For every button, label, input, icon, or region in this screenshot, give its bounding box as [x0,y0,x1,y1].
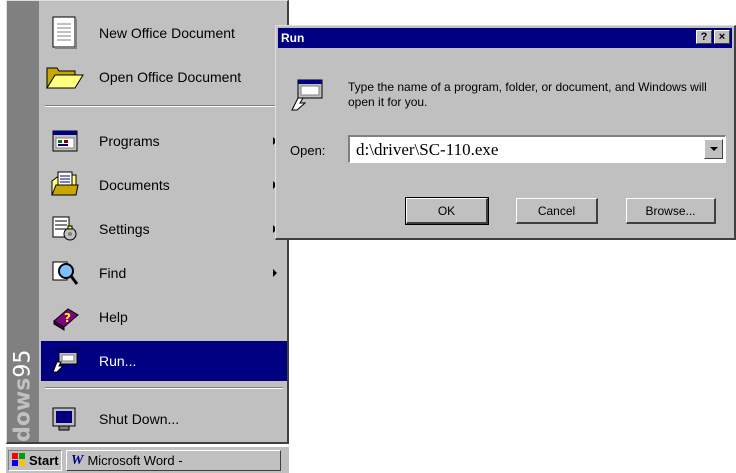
open-folder-icon [45,59,85,95]
menu-item-label: Shut Down... [99,411,180,427]
run-dialog: Run ? × Type the name of a program, fold… [275,25,736,240]
menu-item-new-office-document[interactable]: New Office Document [41,13,287,53]
start-button[interactable]: Start [8,450,62,471]
menu-item-label: Settings [99,221,150,237]
menu-item-find[interactable]: Find [41,253,287,293]
shutdown-icon [45,401,85,437]
menu-separator [45,387,283,389]
find-icon [45,255,85,291]
menu-item-documents[interactable]: Documents [41,165,287,205]
run-dialog-title: Run [281,31,305,45]
run-dialog-title-bar[interactable]: Run ? × [278,28,732,48]
help-button[interactable]: ? [696,30,712,44]
title-buttons: ? × [696,30,730,44]
run-dialog-description: Type the name of a program, folder, or d… [348,80,707,109]
cancel-button[interactable]: Cancel [516,198,598,224]
ok-button[interactable]: OK [405,197,489,225]
start-label: Start [29,453,59,468]
close-button[interactable]: × [714,30,730,44]
run-dialog-icon [290,78,324,112]
screen: Windows95 New Office Document Open Offic… [0,0,736,473]
taskbar: Start W Microsoft Word - [6,446,289,473]
start-menu-side-band: Windows95 [7,1,39,442]
documents-icon [45,167,85,203]
programs-icon [45,123,85,159]
menu-item-run[interactable]: Run... [41,341,287,381]
menu-item-help[interactable]: ? Help [41,297,287,337]
menu-item-label: Programs [99,133,160,149]
submenu-arrow-icon [273,269,277,277]
menu-item-programs[interactable]: Programs [41,121,287,161]
word-icon: W [71,452,84,468]
menu-item-label: New Office Document [99,25,235,41]
chevron-down-icon [709,147,718,151]
menu-separator [45,105,283,107]
open-dropdown-button[interactable] [704,139,723,159]
open-label: Open: [290,143,326,158]
menu-item-label: Find [99,265,127,281]
svg-text:?: ? [64,311,71,325]
new-document-icon [45,15,85,51]
menu-item-label: Help [99,309,128,325]
start-menu-items: New Office Document Open Office Document [41,1,287,442]
help-icon: ? [45,299,85,335]
open-input[interactable] [356,139,686,161]
menu-item-label: Run... [99,353,137,369]
brand-windows-text: Windows [10,377,36,442]
run-icon [45,343,85,379]
start-menu: Windows95 New Office Document Open Offic… [6,0,289,444]
menu-item-label: Open Office Document [99,69,242,85]
taskbar-word-button[interactable]: W Microsoft Word - [66,450,281,471]
menu-item-open-office-document[interactable]: Open Office Document [41,57,287,97]
brand-95-text: 95 [10,349,36,378]
settings-icon [45,211,85,247]
open-combobox[interactable] [348,135,726,163]
taskbar-word-label: Microsoft Word - [87,453,183,468]
menu-item-shut-down[interactable]: Shut Down... [41,399,287,439]
windows-logo-icon [12,452,26,469]
browse-button[interactable]: Browse... [626,198,716,224]
menu-item-label: Documents [99,177,170,193]
menu-item-settings[interactable]: Settings [41,209,287,249]
windows95-brand: Windows95 [11,350,36,442]
